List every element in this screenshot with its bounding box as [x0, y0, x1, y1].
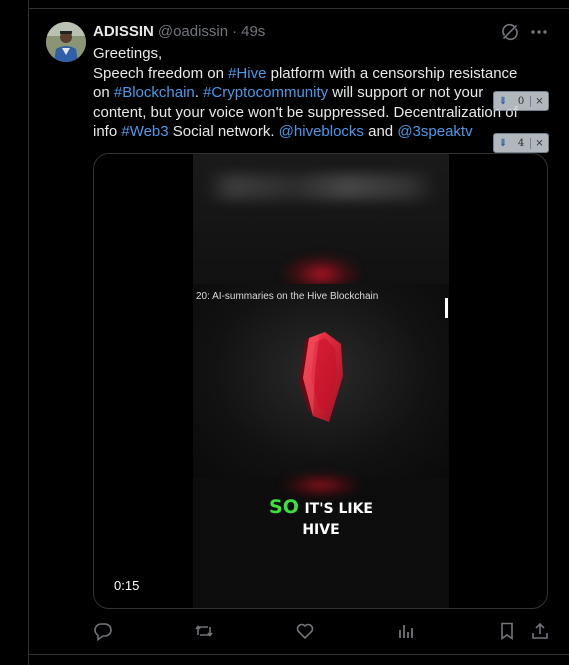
display-name[interactable]: ADISSIN [93, 23, 154, 40]
video-player[interactable]: 20: AI-summaries on the Hive Blockchain [93, 153, 548, 609]
repost-icon[interactable] [194, 621, 214, 641]
tweet-text-segment: on [93, 84, 114, 102]
left-rail [0, 0, 29, 665]
downvote-arrow-icon[interactable]: ⇓ [494, 96, 512, 107]
avatar[interactable] [46, 22, 86, 62]
tweet-text-segment: Speech freedom on [93, 64, 229, 82]
timestamp[interactable]: 49s [241, 23, 265, 40]
tweet-text-segment: info [93, 123, 122, 141]
tweet-text-segment: Greetings, [93, 45, 163, 62]
vote-widget[interactable]: ⇓ 0 × [493, 91, 549, 111]
tweet-text-line: on #Blockchain. #Cryptocommunity will su… [93, 83, 553, 103]
inner-video: 20: AI-summaries on the Hive Blockchain [193, 284, 449, 478]
tweet-text-line: Greetings, [93, 44, 553, 64]
close-icon[interactable]: × [530, 95, 548, 107]
separator-dot: · [232, 23, 238, 40]
hashtag-link[interactable]: #Web3 [121, 123, 168, 140]
mention-link[interactable]: @3speaktv [397, 123, 472, 140]
video-frame[interactable]: 20: AI-summaries on the Hive Blockchain [193, 154, 449, 608]
caption-highlight: SO [269, 496, 299, 518]
hashtag-link[interactable]: #Hive [228, 65, 266, 82]
views-icon[interactable] [396, 621, 416, 641]
blurred-title [193, 174, 449, 200]
video-caption: SO IT'S LIKE HIVE [193, 498, 449, 540]
bottom-divider [29, 654, 569, 655]
tweet-text-line: Speech freedom on #Hive platform with a … [93, 64, 553, 84]
reply-icon[interactable] [93, 621, 113, 641]
video-duration: 0:15 [114, 578, 140, 593]
hashtag-link[interactable]: #Cryptocommunity [203, 84, 328, 101]
red-glow [281, 472, 361, 498]
grok-icon[interactable] [501, 23, 519, 41]
caption-line1: IT'S LIKE [304, 501, 373, 517]
tweet-text-segment: content, but your voice won't be suppres… [93, 103, 518, 121]
mention-link[interactable]: @hiveblocks [279, 123, 364, 140]
tweet-text: Greetings, Speech freedom on #Hive platfo… [93, 44, 553, 142]
action-bar [93, 621, 553, 641]
user-handle[interactable]: @oadissin [158, 23, 228, 40]
tweet-text-segment: Social network. [168, 123, 279, 141]
tweet-text-segment: platform with a censorship resistance [266, 64, 518, 82]
close-icon[interactable]: × [530, 137, 548, 149]
more-icon[interactable] [529, 23, 549, 41]
caption-line2: HIVE [302, 522, 340, 538]
tweet-text-segment: will support or not your [328, 84, 484, 102]
tweet-text-line: content, but your voice won't be suppres… [93, 103, 553, 123]
tweet-text-segment: and [363, 123, 398, 141]
inner-video-title: 20: AI-summaries on the Hive Blockchain [196, 291, 379, 302]
post-header: ADISSIN @oadissin · 49s [93, 23, 265, 43]
hashtag-link[interactable]: #Blockchain [114, 84, 195, 101]
tweet-text-line: info #Web3 Social network. @hiveblocks a… [93, 122, 553, 142]
vote-count: 0 [517, 95, 525, 107]
share-icon[interactable] [530, 621, 550, 641]
bookmark-icon[interactable] [497, 621, 517, 641]
tweet-text-segment: . [194, 84, 204, 102]
vote-count: 4 [517, 137, 525, 149]
like-icon[interactable] [295, 621, 315, 641]
post[interactable]: ADISSIN @oadissin · 49s Greetings, Speech… [29, 9, 569, 654]
vote-widget[interactable]: ⇓ 4 × [493, 133, 549, 153]
downvote-arrow-icon[interactable]: ⇓ [494, 138, 512, 149]
inner-video-edge [445, 298, 448, 318]
hive-logo-icon [295, 332, 345, 429]
